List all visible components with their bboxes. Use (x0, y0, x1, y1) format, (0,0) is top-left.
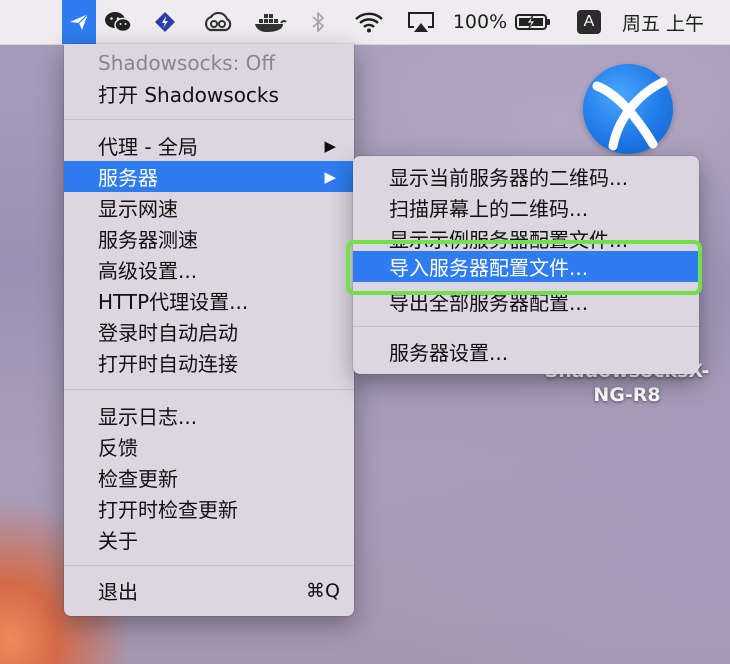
menu-item-toggle-shadowsocks[interactable]: 打开 Shadowsocks (64, 78, 354, 109)
menu-item-launch-at-login[interactable]: 登录时自动启动 (64, 316, 354, 347)
menu-item-advanced-settings[interactable]: 高级设置... (64, 254, 354, 285)
submenu-item-server-settings[interactable]: 服务器设置... (353, 336, 699, 367)
menu-item-connect-on-open[interactable]: 打开时自动连接 (64, 347, 354, 378)
menu-item-server-speed-test[interactable]: 服务器测速 (64, 223, 354, 254)
submenu-arrow-icon: ▶ (324, 167, 336, 186)
menu-separator (64, 565, 354, 566)
shadowsocksx-app-icon[interactable] (583, 64, 673, 154)
desktop-icon-label-line2: NG-R8 (593, 384, 661, 406)
clock[interactable]: 周五 上午 (622, 0, 730, 44)
bluetooth-icon (312, 12, 324, 32)
menu-item-servers[interactable]: 服务器 ▶ (64, 161, 354, 192)
bluetooth-status-item[interactable] (304, 0, 332, 44)
shadowsocks-status-item[interactable] (62, 0, 96, 44)
menu-item-show-log[interactable]: 显示日志... (64, 400, 354, 431)
docker-status-item[interactable] (248, 0, 292, 44)
menu-item-show-speed[interactable]: 显示网速 (64, 192, 354, 223)
shadowsocks-menu: Shadowsocks: Off 打开 Shadowsocks 代理 - 全局 … (64, 44, 354, 616)
submenu-separator (353, 326, 699, 327)
submenu-item-show-qr-code[interactable]: 显示当前服务器的二维码... (353, 161, 699, 192)
docker-icon (255, 14, 287, 32)
menu-separator (64, 119, 354, 120)
menu-item-proxy-mode[interactable]: 代理 - 全局 ▶ (64, 130, 354, 161)
menu-item-http-proxy-settings[interactable]: HTTP代理设置... (64, 285, 354, 316)
input-source-badge: A (577, 10, 601, 34)
creative-cloud-icon (204, 12, 232, 32)
battery-charging-icon (515, 14, 550, 31)
menu-item-feedback[interactable]: 反馈 (64, 431, 354, 462)
paper-plane-icon (70, 13, 89, 30)
battery-percent[interactable]: 100% (450, 0, 510, 44)
menu-item-about[interactable]: 关于 (64, 524, 354, 555)
menu-item-quit[interactable]: 退出 ⌘Q (64, 575, 354, 606)
wifi-status-item[interactable] (350, 0, 388, 44)
menu-separator (64, 389, 354, 390)
airplay-status-item[interactable] (402, 0, 440, 44)
shadowsocks-logo-icon (592, 77, 668, 151)
battery-status-item[interactable] (512, 0, 554, 44)
airplay-icon (408, 12, 434, 32)
highlight-callout-box (346, 240, 702, 295)
lightning-status-item[interactable] (148, 0, 182, 44)
submenu-arrow-icon: ▶ (324, 136, 336, 155)
menu-item-check-updates[interactable]: 检查更新 (64, 462, 354, 493)
input-source-item[interactable]: A (575, 0, 603, 44)
menu-item-status: Shadowsocks: Off (98, 50, 276, 75)
creative-cloud-status-item[interactable] (198, 0, 238, 44)
menu-bar: 100% A 周五 上午 (0, 0, 730, 45)
lightning-bolt-icon (155, 12, 175, 32)
quit-shortcut: ⌘Q (306, 579, 340, 602)
wechat-icon (105, 12, 132, 33)
wechat-status-item[interactable] (100, 0, 136, 44)
menu-item-check-updates-on-open[interactable]: 打开时检查更新 (64, 493, 354, 524)
wifi-icon (355, 12, 383, 33)
submenu-item-scan-qr-code[interactable]: 扫描屏幕上的二维码... (353, 192, 699, 223)
